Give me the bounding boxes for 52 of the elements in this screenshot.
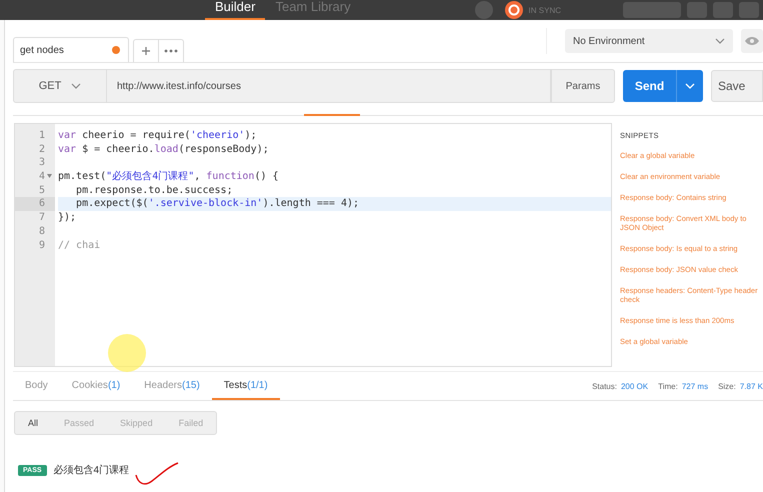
code-line: pm.test("必须包含4门课程", function() { <box>58 171 279 182</box>
filter-button[interactable]: Skipped <box>107 412 166 434</box>
save-button[interactable]: Save <box>711 70 763 102</box>
chevron-down-icon <box>715 38 725 44</box>
code-line: pm.expect($('.servive-block-in').length === 4); <box>75 198 360 210</box>
meta-value: 727 ms <box>682 382 708 390</box>
line-number: 9 <box>38 238 46 252</box>
filter-button[interactable]: Failed <box>166 412 216 434</box>
meta-value: 7.87 K <box>740 382 763 390</box>
params-button[interactable]: Params <box>551 69 615 103</box>
filter-button[interactable]: Passed <box>51 412 108 434</box>
send-button[interactable]: Send <box>623 70 703 102</box>
environment-dropdown[interactable]: No Environment <box>565 29 733 53</box>
code-line: var cheerio = require('cheerio'); <box>58 130 257 141</box>
response-tab[interactable]: Headers(15) <box>132 372 212 400</box>
line-number: 4 <box>15 170 55 184</box>
code-editor[interactable] <box>14 123 612 367</box>
url-field[interactable]: http://www.itest.info/courses <box>107 69 551 103</box>
line-number: 7 <box>38 211 46 225</box>
code-line: var $ = cheerio.load(responseBody); <box>58 144 269 155</box>
response-tab[interactable]: Tests(1/1) <box>212 372 280 400</box>
line-number: 6 <box>15 197 55 212</box>
request-tab[interactable]: get nodes <box>13 37 129 62</box>
header-tab[interactable]: Team Library <box>265 0 361 20</box>
line-number: 8 <box>38 224 46 238</box>
cursor-highlight <box>108 334 146 372</box>
eye-icon <box>744 36 760 46</box>
code-line: // chai <box>58 240 100 250</box>
sync-icon[interactable] <box>504 1 523 19</box>
sync-status: IN SYNC <box>528 6 561 14</box>
code-line: pm.response.to.be.success; <box>75 184 233 196</box>
line-number: 5 <box>38 184 46 198</box>
filter-button[interactable]: All <box>15 412 52 434</box>
method-dropdown[interactable]: GET <box>13 69 107 103</box>
user-button[interactable] <box>623 2 681 18</box>
line-number: 3 <box>38 156 46 170</box>
fold-arrow-icon[interactable] <box>46 174 52 178</box>
response-tab[interactable]: Cookies(1) <box>60 372 132 400</box>
chevron-down-icon <box>685 83 695 89</box>
meta-label: Time: <box>658 382 678 390</box>
chevron-down-icon <box>71 83 82 89</box>
line-number: 1 <box>38 129 46 143</box>
line-number: 2 <box>38 142 46 156</box>
test-name: 必须包含4门课程 <box>54 464 130 477</box>
meta-label: Size: <box>718 382 736 390</box>
response-tab[interactable]: Body <box>13 372 60 400</box>
eye-button[interactable] <box>741 29 763 53</box>
header-tab[interactable]: Builder <box>205 0 266 20</box>
meta-value: 200 OK <box>620 382 648 390</box>
active-section-indicator <box>304 114 360 116</box>
meta-label: Status: <box>592 382 617 390</box>
code-line: }); <box>58 212 76 224</box>
